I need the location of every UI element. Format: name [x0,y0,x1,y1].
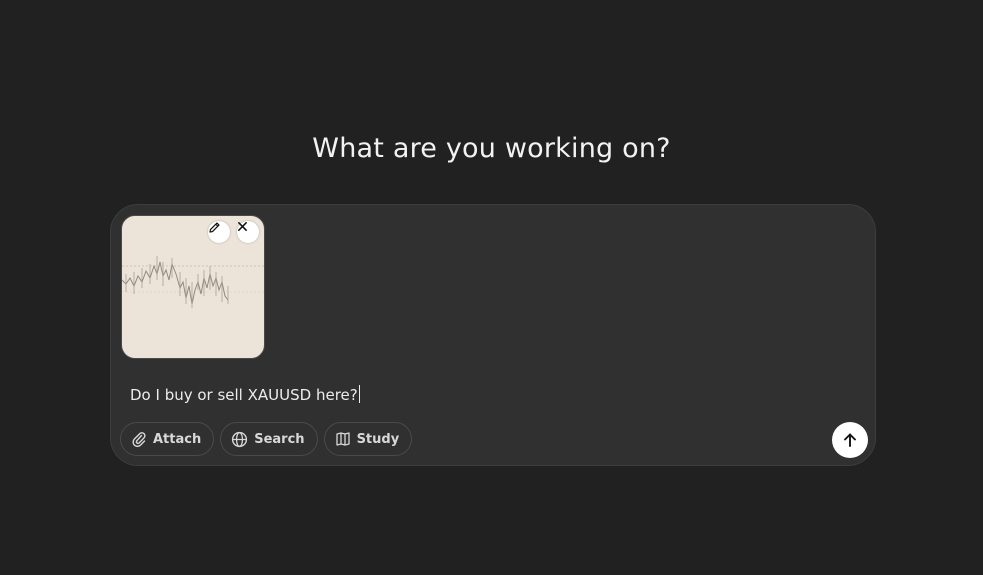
pencil-icon [209,222,220,233]
edit-attachment-button[interactable] [208,221,230,243]
composer: Do I buy or sell XAUUSD here? Attach Sea… [110,204,876,466]
composer-toolbar: Attach Search Study [120,422,413,456]
page-heading: What are you working on? [312,133,671,164]
attach-button[interactable]: Attach [120,422,215,456]
search-button-label: Search [254,431,305,447]
remove-attachment-button[interactable] [237,221,259,243]
study-button[interactable]: Study [323,422,413,456]
page: What are you working on? Do I buy or sel… [0,0,983,575]
attach-button-label: Attach [153,431,202,447]
close-icon [238,222,247,231]
study-button-label: Study [356,431,400,447]
prompt-input-value: Do I buy or sell XAUUSD here? [130,386,358,404]
prompt-input[interactable]: Do I buy or sell XAUUSD here? [130,385,360,404]
search-button[interactable]: Search [220,422,318,456]
attachment-thumbnail[interactable] [121,215,265,359]
paperclip-icon [132,432,146,447]
book-icon [335,432,350,446]
arrow-up-icon [844,433,856,447]
send-button[interactable] [832,422,868,458]
globe-icon [232,431,248,447]
text-caret [358,385,360,403]
